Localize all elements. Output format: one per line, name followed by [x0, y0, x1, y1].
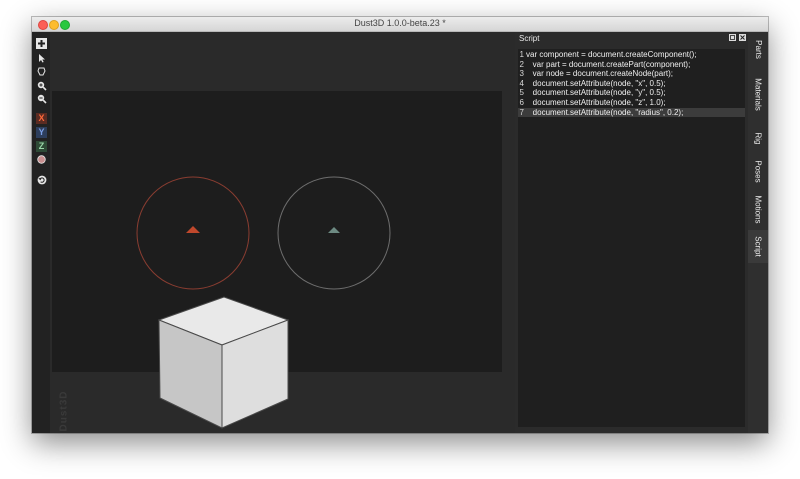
close-icon — [740, 35, 745, 40]
dust3d-watermark: Dust3D — [58, 390, 70, 432]
zoom-out-icon — [37, 94, 47, 104]
code-text: document.setAttribute(node, "x", 0.5); — [526, 78, 666, 88]
code-text: document.setAttribute(node, "z", 1.0); — [526, 98, 666, 107]
tab-materials[interactable]: Materials — [748, 67, 768, 122]
node-left-marker-icon — [186, 226, 200, 233]
regenerate-button[interactable] — [36, 174, 47, 185]
script-panel-header: Script — [515, 32, 748, 45]
code-text: document.setAttribute(node, "y", 0.5); — [526, 88, 666, 98]
tab-parts[interactable]: Parts — [748, 34, 768, 65]
x-axis-lock-button[interactable]: X — [36, 113, 47, 124]
code-line[interactable]: 7 document.setAttribute(node, "radius", … — [518, 107, 745, 117]
left-toolbar: X Y Z — [32, 32, 50, 433]
3d-viewport[interactable]: Dust3D — [50, 32, 524, 433]
code-text: var part = document.createPart(component… — [526, 59, 691, 69]
tab-rig[interactable]: Rig — [748, 124, 768, 152]
line-number: 6 — [519, 98, 524, 107]
tab-motions[interactable]: Motions — [748, 190, 768, 228]
tab-poses[interactable]: Poses — [748, 154, 768, 188]
node-left[interactable] — [136, 176, 250, 290]
select-icon — [39, 53, 45, 62]
code-line[interactable]: 4 document.setAttribute(node, "x", 0.5); — [518, 79, 745, 88]
tab-label: Poses — [753, 159, 763, 183]
radius-lock-button[interactable] — [36, 154, 47, 165]
y-axis-lock-button[interactable]: Y — [36, 127, 47, 138]
paint-tool-button[interactable] — [36, 66, 47, 77]
tab-label: Parts — [753, 40, 763, 59]
window-title: Dust3D 1.0.0-beta.23 * — [354, 18, 446, 28]
code-text: var node = document.createNode(part); — [526, 69, 673, 79]
line-number: 5 — [519, 88, 524, 98]
script-panel-title: Script — [519, 34, 540, 43]
zoom-out-button[interactable] — [36, 93, 47, 104]
viewport-overlay — [136, 176, 391, 429]
z-axis-lock-button[interactable]: Z — [36, 141, 47, 152]
node-right[interactable] — [277, 176, 391, 290]
tab-label: Motions — [753, 194, 763, 224]
float-panel-button[interactable] — [729, 34, 736, 41]
tab-label: Script — [753, 236, 763, 257]
line-number: 2 — [519, 59, 524, 69]
tab-label: Materials — [753, 78, 763, 111]
zoom-in-button[interactable] — [36, 80, 47, 91]
line-number: 4 — [519, 78, 524, 88]
code-text: var component = document.createComponent… — [526, 50, 697, 59]
tab-script[interactable]: Script — [748, 230, 768, 263]
code-line[interactable]: 3 var node = document.createNode(part); — [518, 69, 745, 78]
code-text: document.setAttribute(node, "radius", 0.… — [526, 107, 684, 117]
zoom-in-icon — [37, 81, 47, 91]
line-number: 7 — [519, 107, 524, 117]
code-line[interactable]: 2 var part = document.createPart(compone… — [518, 60, 745, 69]
cube-model — [157, 296, 290, 429]
radius-circle-icon — [37, 155, 46, 164]
float-icon — [730, 35, 735, 40]
script-editor[interactable]: 1 var component = document.createComponen… — [518, 49, 745, 427]
code-line[interactable]: 6 document.setAttribute(node, "z", 1.0); — [518, 98, 745, 107]
side-tab-bar: Parts Materials Rig Poses Motions Script — [748, 32, 768, 433]
title-bar: Dust3D 1.0.0-beta.23 * — [32, 17, 768, 32]
code-line[interactable]: 1 var component = document.createComponen… — [518, 50, 745, 59]
add-node-button[interactable] — [36, 38, 47, 49]
code-line[interactable]: 5 document.setAttribute(node, "y", 0.5); — [518, 88, 745, 97]
paint-icon — [37, 67, 46, 76]
tab-label: Rig — [753, 131, 763, 145]
select-tool-button[interactable] — [36, 52, 47, 63]
rotate-icon — [37, 175, 46, 184]
line-number: 3 — [519, 69, 524, 79]
close-panel-button[interactable] — [739, 34, 746, 41]
app-window: Dust3D 1.0.0-beta.23 * X Y Z Dust3D Scri… — [32, 17, 768, 433]
line-number: 1 — [519, 50, 524, 59]
add-icon — [38, 40, 45, 47]
script-panel: Script 1 var component = document.createC… — [515, 32, 748, 433]
node-right-marker-icon — [328, 227, 340, 233]
